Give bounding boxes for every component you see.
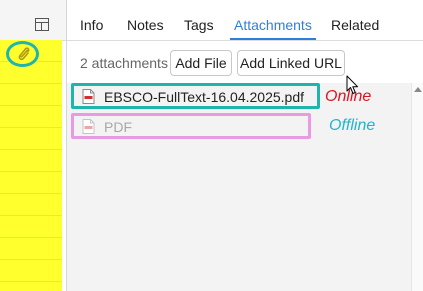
add-linked-url-button[interactable]: Add Linked URL — [237, 50, 345, 76]
add-file-button[interactable]: Add File — [170, 50, 232, 76]
attachment-count: 2 attachments — [80, 55, 168, 71]
pdf-file-icon — [82, 119, 95, 134]
scroll-up-arrow-icon[interactable] — [414, 87, 422, 92]
column-header — [0, 0, 66, 41]
mouse-cursor-icon — [346, 75, 358, 94]
offline-annotation: Offline — [329, 117, 376, 134]
item-list-column — [0, 0, 67, 291]
scrollbar[interactable] — [411, 83, 423, 291]
tab-tags[interactable]: Tags — [184, 17, 214, 33]
pdf-file-icon — [82, 89, 95, 104]
paperclip-icon — [18, 47, 30, 61]
attachments-toolbar: 2 attachments Add File Add Linked URL — [67, 41, 423, 83]
tab-notes[interactable]: Notes — [127, 17, 164, 33]
attachment-row[interactable]: EBSCO-FullText-16.04.2025.pdf — [71, 83, 320, 109]
attachment-row[interactable]: PDF — [71, 113, 311, 139]
column-picker-icon[interactable] — [35, 18, 49, 31]
active-tab-indicator — [230, 38, 316, 40]
item-rows — [0, 40, 62, 291]
tab-info[interactable]: Info — [80, 17, 103, 33]
tab-related[interactable]: Related — [331, 17, 379, 33]
attachment-name: PDF — [104, 119, 132, 135]
tab-attachments[interactable]: Attachments — [234, 17, 312, 33]
attachment-column-highlight — [6, 41, 39, 67]
item-pane-tabs: Info Notes Tags Attachments Related — [67, 0, 423, 41]
attachment-name: EBSCO-FullText-16.04.2025.pdf — [104, 89, 304, 105]
